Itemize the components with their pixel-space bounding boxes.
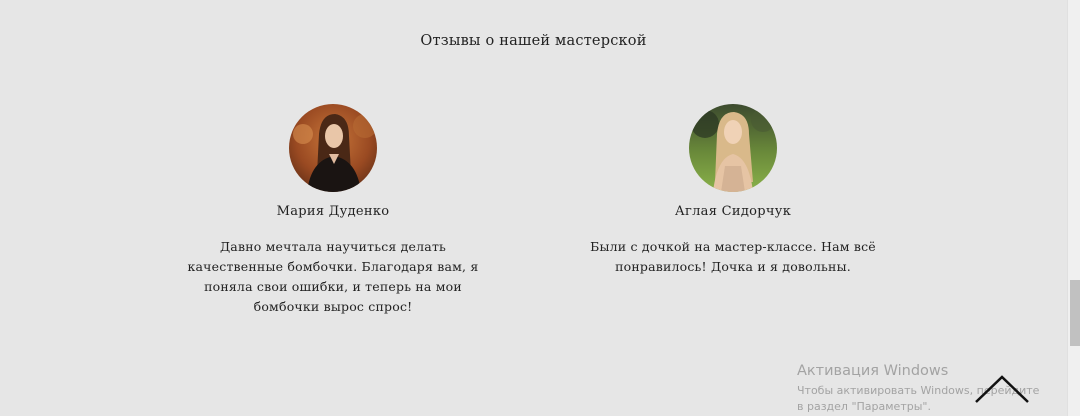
woman-portrait-icon (689, 104, 777, 192)
scroll-to-top-button[interactable] (974, 374, 1030, 404)
reviewer-name: Мария Дуденко (276, 204, 390, 219)
review-card: Мария Дуденко Давно мечтала научиться де… (183, 104, 483, 317)
chevron-up-icon (975, 375, 1029, 403)
scrollbar-thumb[interactable] (1070, 280, 1080, 346)
review-card: Аглая Сидорчук Были с дочкой на мастер-к… (583, 104, 883, 277)
woman-portrait-icon (289, 104, 377, 192)
avatar (689, 104, 777, 192)
review-text: Давно мечтала научиться делать качествен… (187, 239, 479, 314)
reviewer-name: Аглая Сидорчук (674, 204, 792, 219)
section-title: Отзывы о нашей мастерской (420, 33, 647, 49)
scrollbar[interactable] (1067, 0, 1080, 416)
review-text: Были с дочкой на мастер-классе. Нам всё … (590, 239, 876, 274)
page: Отзывы о нашей мастерской Мария Дуденко … (0, 0, 1067, 416)
avatar (289, 104, 377, 192)
